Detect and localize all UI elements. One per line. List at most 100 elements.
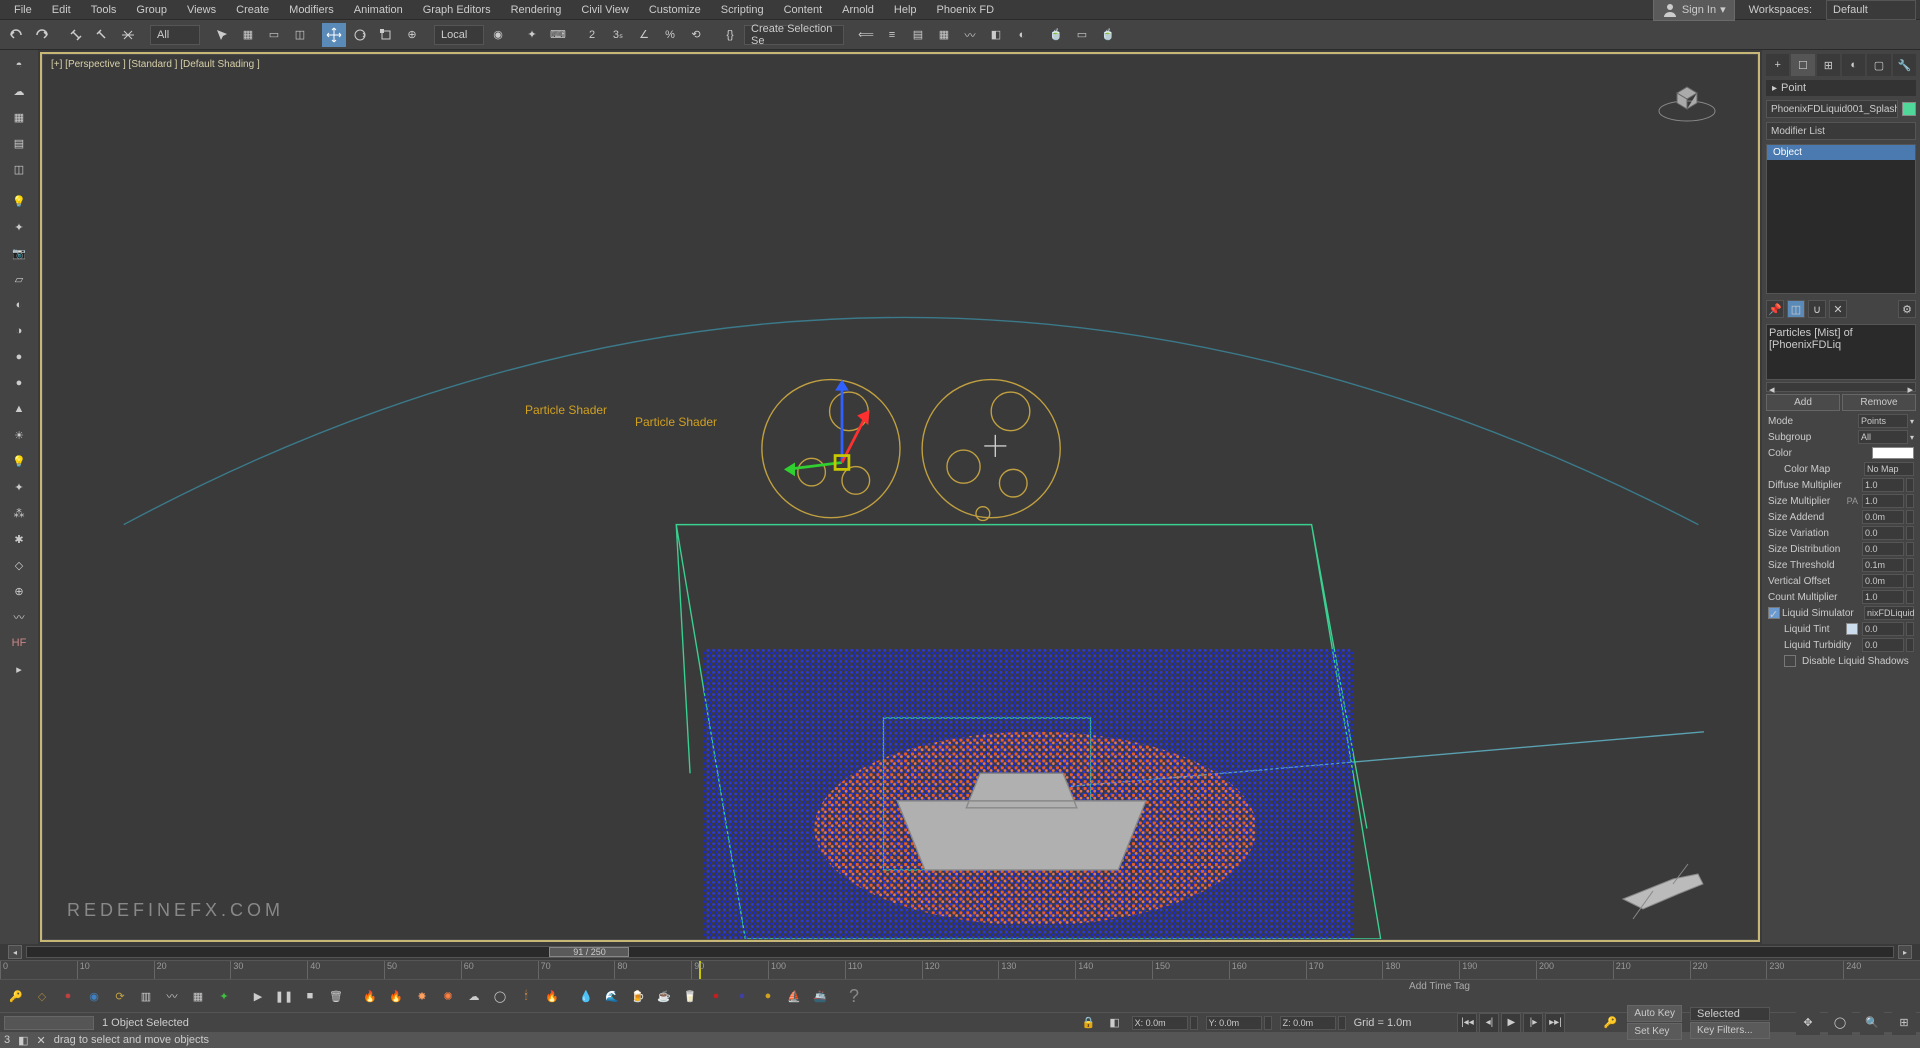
move-button[interactable] (322, 23, 346, 47)
display-tab[interactable]: ▢ (1867, 54, 1890, 76)
spinner[interactable] (1906, 542, 1914, 556)
rotate-button[interactable] (348, 23, 372, 47)
omni-icon[interactable]: ✦ (5, 476, 33, 498)
param-spinner-value[interactable]: 1.0 (1862, 478, 1904, 492)
placement-button[interactable]: ⊕ (400, 23, 424, 47)
z-coord-field[interactable]: Z: 0.0m (1280, 1016, 1336, 1030)
bottom-close-icon[interactable]: ✕ (37, 1034, 46, 1047)
menu-modifiers[interactable]: Modifiers (279, 2, 344, 18)
utilities-tab[interactable]: 🔧 (1893, 54, 1916, 76)
helper-icon[interactable]: ◇ (5, 554, 33, 576)
coord-system-dropdown[interactable]: Local (434, 25, 484, 45)
select-name-button[interactable]: ▦ (236, 23, 260, 47)
trash-icon[interactable]: 🗑 (324, 984, 348, 1008)
graph-icon[interactable]: 〰 (160, 984, 184, 1008)
render-frame-button[interactable]: ▭ (1070, 23, 1094, 47)
box-icon-tb[interactable]: ◇ (30, 984, 54, 1008)
layers-tb-icon[interactable]: ▦ (186, 984, 210, 1008)
goto-end-button[interactable]: ▸▸| (1545, 1013, 1565, 1033)
set-key-button[interactable]: Set Key (1627, 1023, 1682, 1040)
checkbox[interactable] (1784, 655, 1796, 667)
toggle-ribbon-button[interactable]: ▦ (932, 23, 956, 47)
menu-edit[interactable]: Edit (42, 2, 81, 18)
create-geometry-icon[interactable]: ◓ (5, 54, 33, 76)
water-icon[interactable]: 💧 (574, 984, 598, 1008)
filter-icon[interactable]: ▥ (134, 984, 158, 1008)
layers-button[interactable]: ▤ (906, 23, 930, 47)
goto-start-button[interactable]: |◂◂ (1457, 1013, 1477, 1033)
menu-graph-editors[interactable]: Graph Editors (413, 2, 501, 18)
auto-key-button[interactable]: Auto Key (1627, 1005, 1682, 1022)
flame-icon[interactable]: 🔥 (384, 984, 408, 1008)
create-cameras-icon[interactable]: ▤ (5, 132, 33, 154)
hierarchy-tab[interactable]: ⊞ (1817, 54, 1840, 76)
edit-named-selection-button[interactable]: {} (718, 23, 742, 47)
box-icon[interactable]: ◑ (5, 320, 33, 342)
beer-icon[interactable]: 🍺 (626, 984, 650, 1008)
ship-icon[interactable]: ⛵ (782, 984, 806, 1008)
next-frame-button[interactable]: |▸ (1523, 1013, 1543, 1033)
sphere-icon[interactable]: ◐ (5, 294, 33, 316)
named-selection-dropdown[interactable]: Create Selection Se (744, 25, 844, 45)
cycle-icon[interactable]: ⟳ (108, 984, 132, 1008)
checkbox[interactable]: ✓ (1768, 607, 1780, 619)
spinner[interactable] (1906, 494, 1914, 508)
window-crossing-button[interactable]: ◫ (288, 23, 312, 47)
smoke-icon[interactable]: ☁ (462, 984, 486, 1008)
spinner[interactable] (1906, 590, 1914, 604)
burst-icon[interactable]: ✺ (436, 984, 460, 1008)
viewport-nav-1[interactable]: ✥ (1796, 1011, 1820, 1035)
param-spinner-value[interactable]: 0.0m (1862, 510, 1904, 524)
tint-swatch[interactable] (1846, 623, 1858, 635)
viewport-nav-4[interactable]: ⊞ (1892, 1011, 1916, 1035)
viewport[interactable]: [+] [Perspective ] [Standard ] [Default … (40, 52, 1760, 942)
param-spinner-value[interactable]: 0.0 (1862, 622, 1904, 636)
sea-icon[interactable]: 〰 (5, 606, 33, 628)
maxscript-input[interactable] (4, 1016, 94, 1030)
scale-button[interactable] (374, 23, 398, 47)
isolate-icon[interactable]: ◧ (1106, 1014, 1124, 1032)
prev-key-button[interactable]: ◂ (8, 945, 22, 959)
param-spinner-value[interactable]: 0.1m (1862, 558, 1904, 572)
viewport-nav-3[interactable]: 🔍 (1860, 1011, 1884, 1035)
pin-stack-icon[interactable]: 📌 (1766, 300, 1784, 318)
show-result-icon[interactable]: ◫ (1787, 300, 1805, 318)
snap-2d-button[interactable]: 2 (580, 23, 604, 47)
milk-icon[interactable]: 🥛 (678, 984, 702, 1008)
motion-tab[interactable]: ◐ (1842, 54, 1865, 76)
key-filters-button[interactable]: Key Filters... (1690, 1022, 1770, 1039)
redo-button[interactable] (30, 23, 54, 47)
add-button[interactable]: Add (1766, 394, 1840, 411)
add-time-tag[interactable]: Add Time Tag (1409, 981, 1470, 992)
bottom-icon-1[interactable]: 3 (4, 1034, 10, 1046)
menu-views[interactable]: Views (177, 2, 226, 18)
mirror-button[interactable]: ⟸ (854, 23, 878, 47)
viewport-nav-2[interactable]: ◯ (1828, 1011, 1852, 1035)
light-icon[interactable]: 💡 (5, 450, 33, 472)
hf-icon[interactable]: HF (5, 632, 33, 654)
particles-listbox[interactable]: Particles [Mist] of [PhoenixFDLiq (1766, 324, 1916, 380)
spinner[interactable] (1906, 510, 1914, 524)
play-button[interactable]: ▶ (1501, 1013, 1521, 1033)
coffee-icon[interactable]: ☕ (652, 984, 676, 1008)
bottom-icon-2[interactable]: ◧ (18, 1034, 28, 1047)
spinner[interactable] (1906, 526, 1914, 540)
manipulate-button[interactable]: ✦ (520, 23, 544, 47)
play-reverse-icon[interactable]: ▶ (246, 984, 270, 1008)
create-systems-icon[interactable]: ✦ (5, 216, 33, 238)
pivot-button[interactable]: ◉ (486, 23, 510, 47)
menu-help[interactable]: Help (884, 2, 927, 18)
honey-icon[interactable]: ● (756, 984, 780, 1008)
menu-animation[interactable]: Animation (344, 2, 413, 18)
spinner[interactable] (1906, 574, 1914, 588)
snap-3d-button[interactable]: 3ₛ (606, 23, 630, 47)
phoenix-icon[interactable]: 📷 (5, 242, 33, 264)
curve-editor-button[interactable]: 〰 (958, 23, 982, 47)
plane-icon[interactable]: ▱ (5, 268, 33, 290)
modifier-stack-item[interactable]: Object (1767, 145, 1915, 160)
sign-in-button[interactable]: Sign In ▾ (1653, 0, 1735, 21)
workspace-dropdown[interactable]: Default (1826, 0, 1916, 20)
select-region-button[interactable]: ▭ (262, 23, 286, 47)
menu-file[interactable]: File (4, 2, 42, 18)
keyboard-button[interactable]: ⌨ (546, 23, 570, 47)
